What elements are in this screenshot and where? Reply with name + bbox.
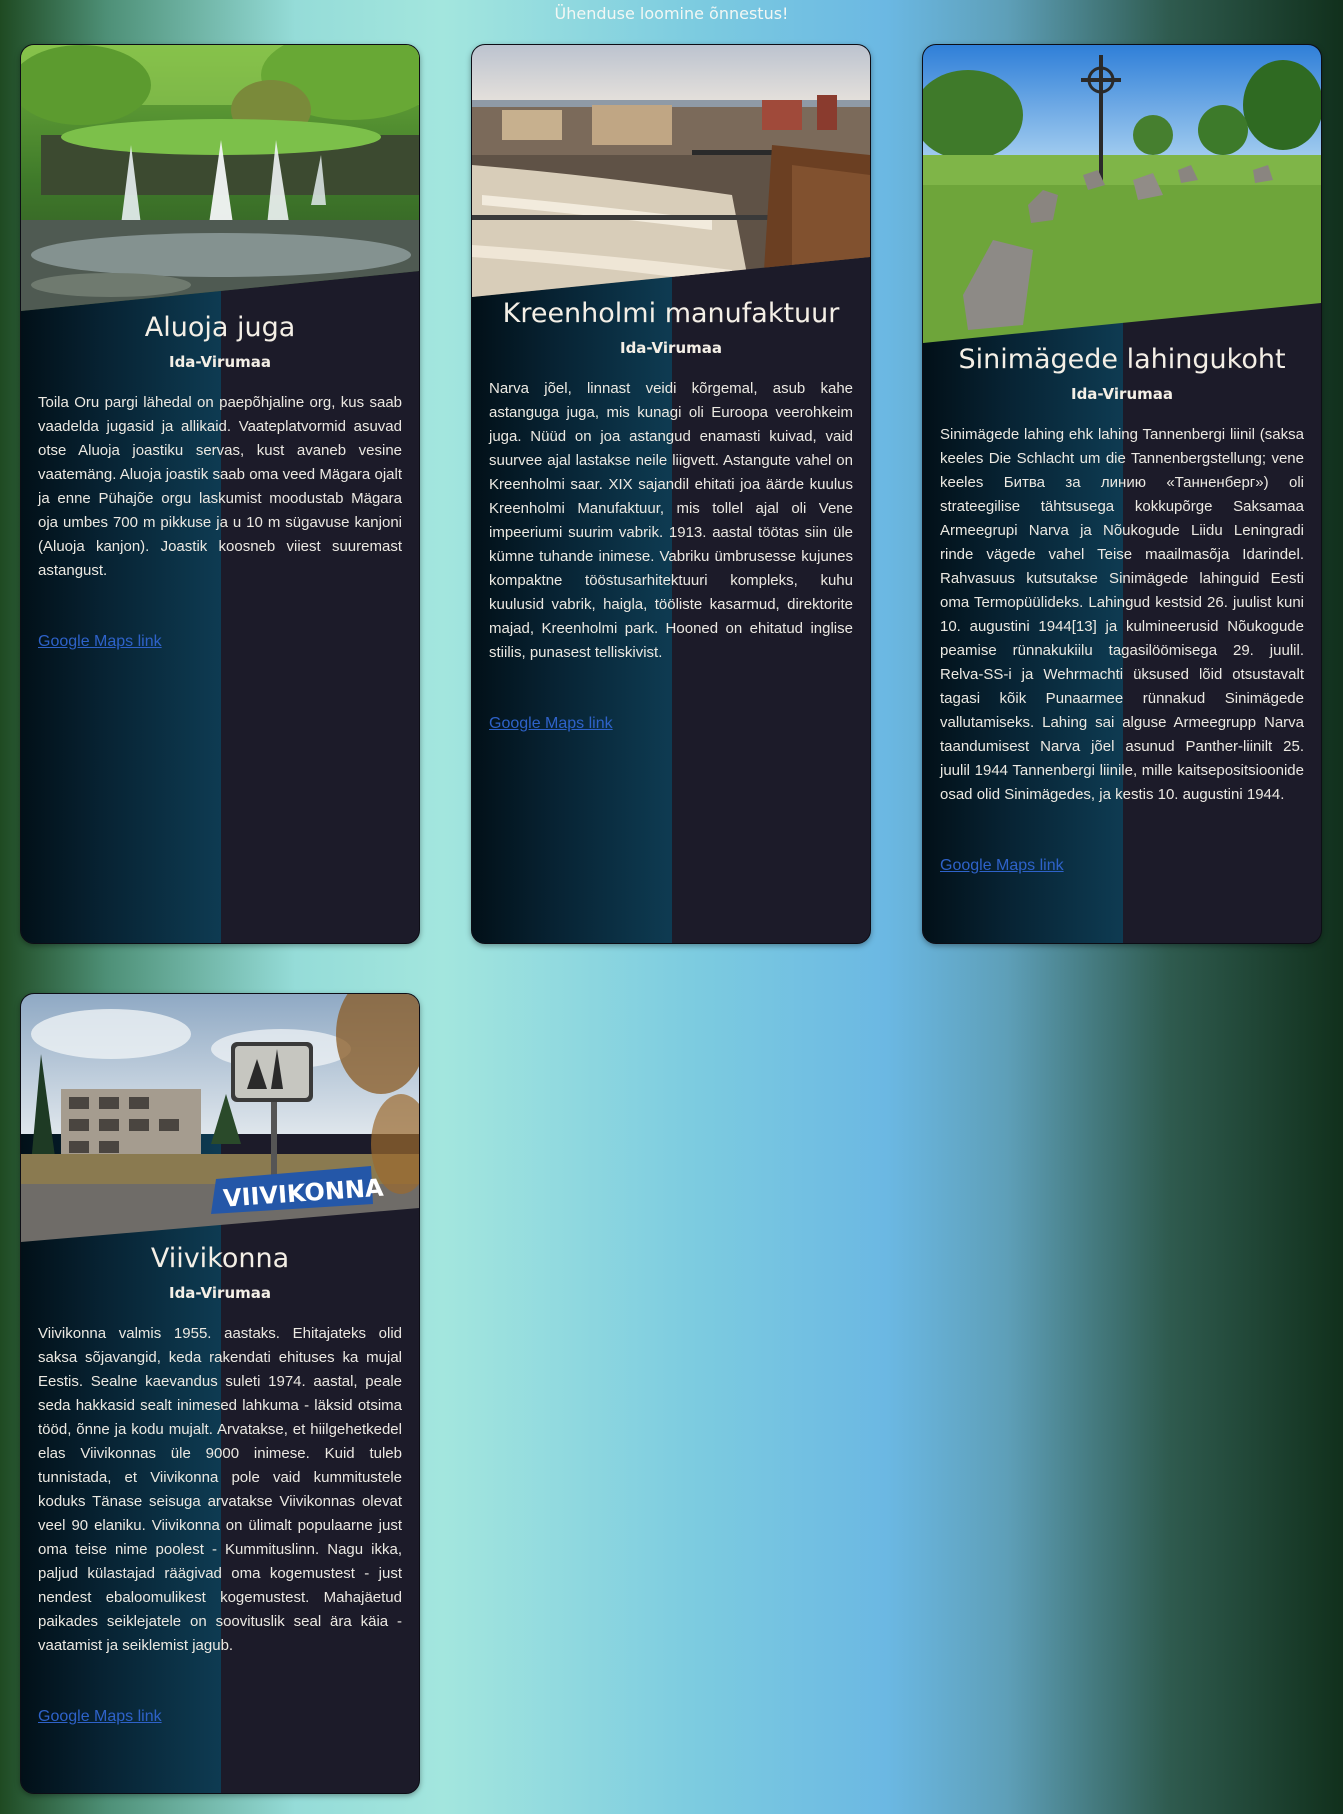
card-title: Aluoja juga xyxy=(144,312,296,343)
card-sinimagede-lahingukoht: Sinimägede lahingukoht Ida-Virumaa Sinim… xyxy=(922,44,1322,944)
battlefield-memorial-photo xyxy=(923,45,1321,350)
google-maps-link[interactable]: Google Maps link xyxy=(940,857,1064,875)
google-maps-link[interactable]: Google Maps link xyxy=(38,633,162,651)
abandoned-town-photo: VIIVIKONNA xyxy=(21,994,419,1244)
card-region: Ida-Virumaa xyxy=(1070,385,1173,403)
card-aluoja-juga: Aluoja juga Ida-Virumaa Toila Oru pargi … xyxy=(20,44,420,944)
card-description: Viivikonna valmis 1955. aastaks. Ehitaja… xyxy=(38,1325,402,1654)
card-title: Kreenholmi manufaktuur xyxy=(502,298,840,329)
card-description: Narva jõel, linnast veidi kõrgemal, asub… xyxy=(489,380,853,661)
waterfall-photo xyxy=(21,45,419,315)
card-viivikonna: VIIVIKONNA Viivikonna Ida-Virumaa Viivik… xyxy=(20,993,420,1794)
factory-river-photo xyxy=(472,45,870,301)
card-description: Toila Oru pargi lähedal on paepõhjaline … xyxy=(38,394,402,579)
google-maps-link[interactable]: Google Maps link xyxy=(489,715,613,733)
card-description: Sinimägede lahing ehk lahing Tannenbergi… xyxy=(940,426,1304,803)
google-maps-link[interactable]: Google Maps link xyxy=(38,1708,162,1726)
card-region: Ida-Virumaa xyxy=(168,353,271,371)
connection-status-message: Ühenduse loomine õnnestus! xyxy=(554,4,789,23)
card-title: Viivikonna xyxy=(150,1243,290,1274)
card-kreenholmi-manufaktuur: Kreenholmi manufaktuur Ida-Virumaa Narva… xyxy=(471,44,871,944)
card-region: Ida-Virumaa xyxy=(168,1284,271,1302)
card-region: Ida-Virumaa xyxy=(619,339,722,357)
